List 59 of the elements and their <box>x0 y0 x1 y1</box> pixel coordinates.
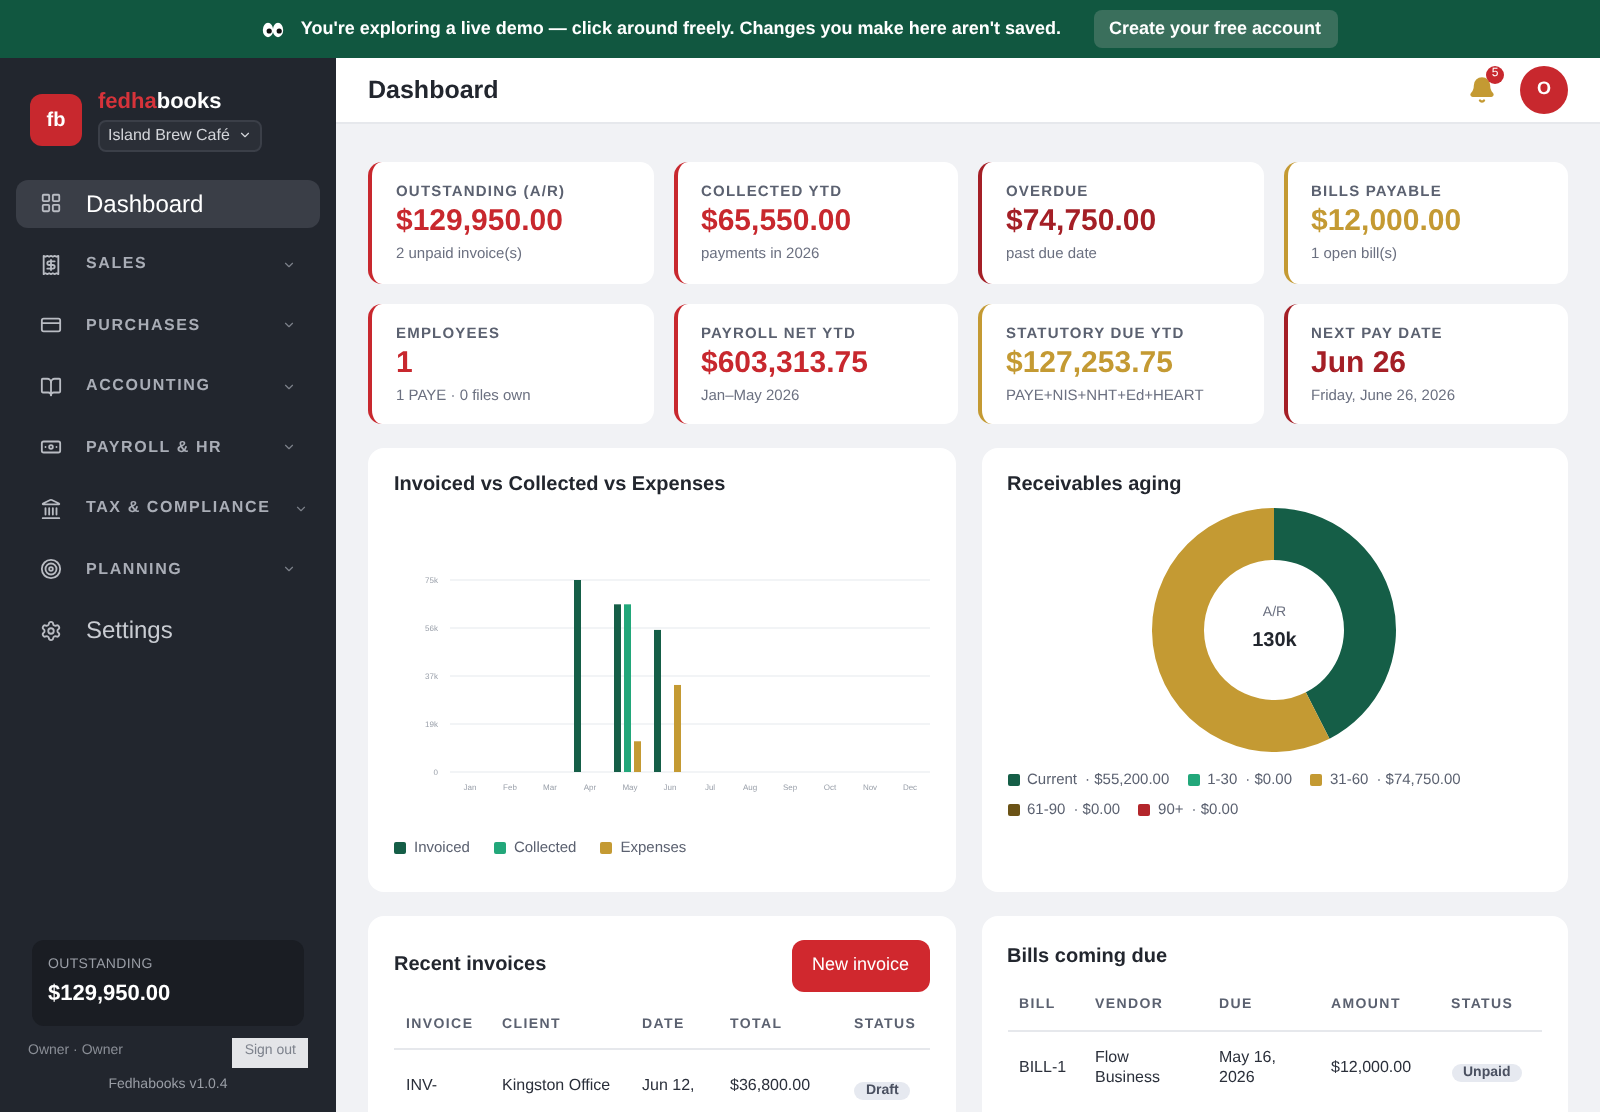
caret-icon <box>237 128 252 143</box>
receipt-icon <box>40 253 62 276</box>
chevron-icon <box>282 257 296 272</box>
chevron-icon <box>294 501 309 516</box>
sidebar-item[interactable]: TAX & COMPLIANCE <box>16 484 320 533</box>
chevron-icon <box>282 379 296 394</box>
sidebar-item[interactable]: SALES <box>16 240 320 289</box>
card-title: Bills coming due <box>1007 944 1170 972</box>
bank-icon <box>40 497 62 520</box>
card-title: Recent invoices <box>394 952 547 981</box>
sidebar-item[interactable]: PLANNING <box>16 545 320 594</box>
banknote-icon <box>40 436 62 459</box>
kpi-value: Jun 26 <box>1311 343 1409 384</box>
table-cell-text: BILL-1 <box>1017 1057 1069 1077</box>
page-title: Dashboard <box>368 73 499 108</box>
table-cell-text: May 16, 2026 <box>1217 1047 1278 1087</box>
bar <box>674 684 681 772</box>
brand-name: fedha <box>98 90 157 118</box>
table-cell-text: INV- <box>404 1076 440 1096</box>
sidebar-item[interactable]: PURCHASES <box>16 301 320 350</box>
kpi-value: $127,253.75 <box>1006 343 1175 384</box>
card-icon <box>40 314 62 337</box>
sidebar-item[interactable]: Settings <box>16 606 320 655</box>
table-cell-text: $36,800.00 <box>728 1076 813 1096</box>
grid-icon <box>40 192 62 215</box>
sidebar-item[interactable]: PAYROLL & HR <box>16 423 320 472</box>
kpi-value: $12,000.00 <box>1311 202 1464 243</box>
sidebar-item[interactable]: ACCOUNTING <box>16 362 320 411</box>
chevron-icon <box>282 318 296 333</box>
banner-message: You're exploring a live demo — click around freely. Changes you make here aren't saved. <box>300 15 1062 42</box>
new-invoice-button[interactable]: New invoice <box>791 940 929 991</box>
notifications-icon[interactable] <box>1468 76 1496 104</box>
eyes-icon <box>262 21 285 37</box>
kpi-value: $65,550.00 <box>701 202 854 243</box>
create-account-button[interactable]: Create your free account <box>1093 9 1338 49</box>
target-icon <box>40 558 62 581</box>
bar <box>634 741 641 772</box>
kpi-value: 1 <box>396 343 415 384</box>
bar <box>654 629 661 772</box>
table-cell-text: Jun 12, <box>640 1076 697 1096</box>
company-selector[interactable]: Island Brew Café <box>98 119 262 152</box>
kpi-value: $129,950.00 <box>396 202 565 243</box>
donut-center-value: 130k <box>1252 627 1297 656</box>
kpi-value: $74,750.00 <box>1006 202 1159 243</box>
settings-icon <box>40 619 62 642</box>
outstanding-value: $129,950.00 <box>48 979 173 1009</box>
table-cell-text: Kingston Office <box>500 1076 613 1096</box>
book-icon <box>40 375 62 398</box>
table-cell-text: Flow Business <box>1093 1047 1162 1087</box>
brand-name: books <box>156 90 222 118</box>
chevron-icon <box>282 440 296 455</box>
table-cell-text: $12,000.00 <box>1329 1057 1414 1077</box>
card-title: Invoiced vs Collected vs Expenses <box>394 472 728 500</box>
kpi-value: $603,313.75 <box>701 343 870 384</box>
logo-badge: fb <box>30 94 82 147</box>
chevron-icon <box>282 562 296 577</box>
card-title: Receivables aging <box>1007 472 1184 500</box>
user-avatar[interactable]: O <box>1520 66 1568 114</box>
sidebar-item[interactable]: Dashboard <box>16 179 320 228</box>
